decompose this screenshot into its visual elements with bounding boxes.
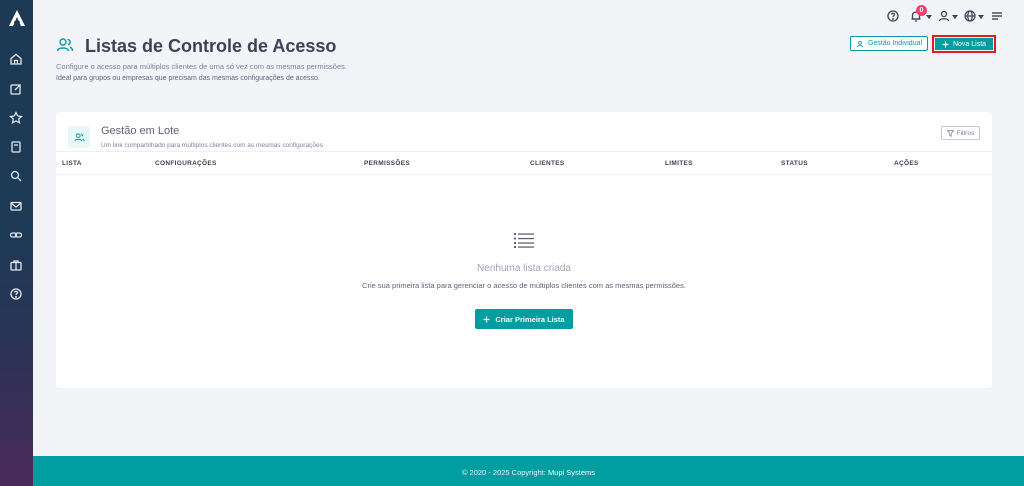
chevron-down-icon <box>978 15 984 19</box>
search-icon[interactable] <box>9 169 23 183</box>
footer-copyright: © 2020 - 2025 Copyright: Mupi Systems <box>33 468 1024 477</box>
plus-icon <box>942 41 949 48</box>
help-icon[interactable] <box>886 9 900 23</box>
card-title: Gestão em Lote <box>101 125 180 137</box>
edit-icon[interactable] <box>9 82 23 96</box>
user-icon <box>856 40 864 48</box>
column-header-settings[interactable]: CONFIGURAÇÕES <box>155 160 217 167</box>
individual-management-label: Gestão Individual <box>867 40 923 47</box>
mail-icon[interactable] <box>9 199 23 213</box>
globe-icon[interactable] <box>963 9 977 23</box>
card-subtitle: Um link compartilhado para múltiplos cli… <box>101 142 323 149</box>
new-list-highlight: Nova Lista <box>932 35 996 53</box>
create-first-list-button[interactable]: Criar Primeira Lista <box>475 309 573 329</box>
link-icon[interactable] <box>9 228 23 242</box>
empty-state-title: Nenhuma lista criada <box>477 263 571 274</box>
column-header-list[interactable]: LISTA <box>62 160 82 167</box>
page-description: Ideal para grupos ou empresas que precis… <box>56 75 320 82</box>
filters-button[interactable]: Filtros <box>941 126 980 140</box>
table-header: LISTA CONFIGURAÇÕES PERMISSÕES CLIENTES … <box>56 151 992 175</box>
user-icon[interactable] <box>937 9 951 23</box>
sidebar <box>0 0 33 486</box>
chevron-down-icon <box>926 15 932 19</box>
home-icon[interactable] <box>9 52 23 66</box>
filter-icon <box>946 129 954 137</box>
new-list-label: Nova Lista <box>952 40 987 48</box>
chevron-down-icon <box>952 15 958 19</box>
new-list-button[interactable]: Nova Lista <box>935 38 993 50</box>
logo-icon[interactable] <box>7 8 27 28</box>
book-icon[interactable] <box>9 140 23 154</box>
users-icon <box>68 126 90 148</box>
individual-management-button[interactable]: Gestão Individual <box>850 36 928 51</box>
users-icon <box>56 36 74 54</box>
column-header-status[interactable]: STATUS <box>781 160 808 167</box>
plus-icon <box>483 316 490 323</box>
copyright-text: © 2020 - 2025 Copyright: <box>461 468 546 477</box>
page-subtitle: Configure o acesso para múltiplos client… <box>56 62 347 71</box>
company-link[interactable]: Mupi Systems <box>548 468 595 477</box>
batch-management-card: Gestão em Lote Um link compartilhado par… <box>56 112 992 388</box>
column-header-permissions[interactable]: PERMISSÕES <box>364 160 410 167</box>
create-first-list-label: Criar Primeira Lista <box>495 314 565 324</box>
column-header-actions[interactable]: AÇÕES <box>894 160 919 167</box>
briefcase-icon[interactable] <box>9 258 23 272</box>
empty-state-text: Crie sua primeira lista para gerenciar o… <box>362 281 686 290</box>
column-header-limits[interactable]: LIMITES <box>665 160 693 167</box>
menu-icon[interactable] <box>990 9 1004 23</box>
filters-label: Filtros <box>956 129 975 137</box>
help-icon[interactable] <box>9 287 23 301</box>
footer: © 2020 - 2025 Copyright: Mupi Systems <box>33 456 1024 486</box>
column-header-clients[interactable]: CLIENTES <box>530 160 565 167</box>
list-icon <box>514 232 534 248</box>
star-icon[interactable] <box>9 111 23 125</box>
page-title: Listas de Controle de Acesso <box>85 36 337 56</box>
